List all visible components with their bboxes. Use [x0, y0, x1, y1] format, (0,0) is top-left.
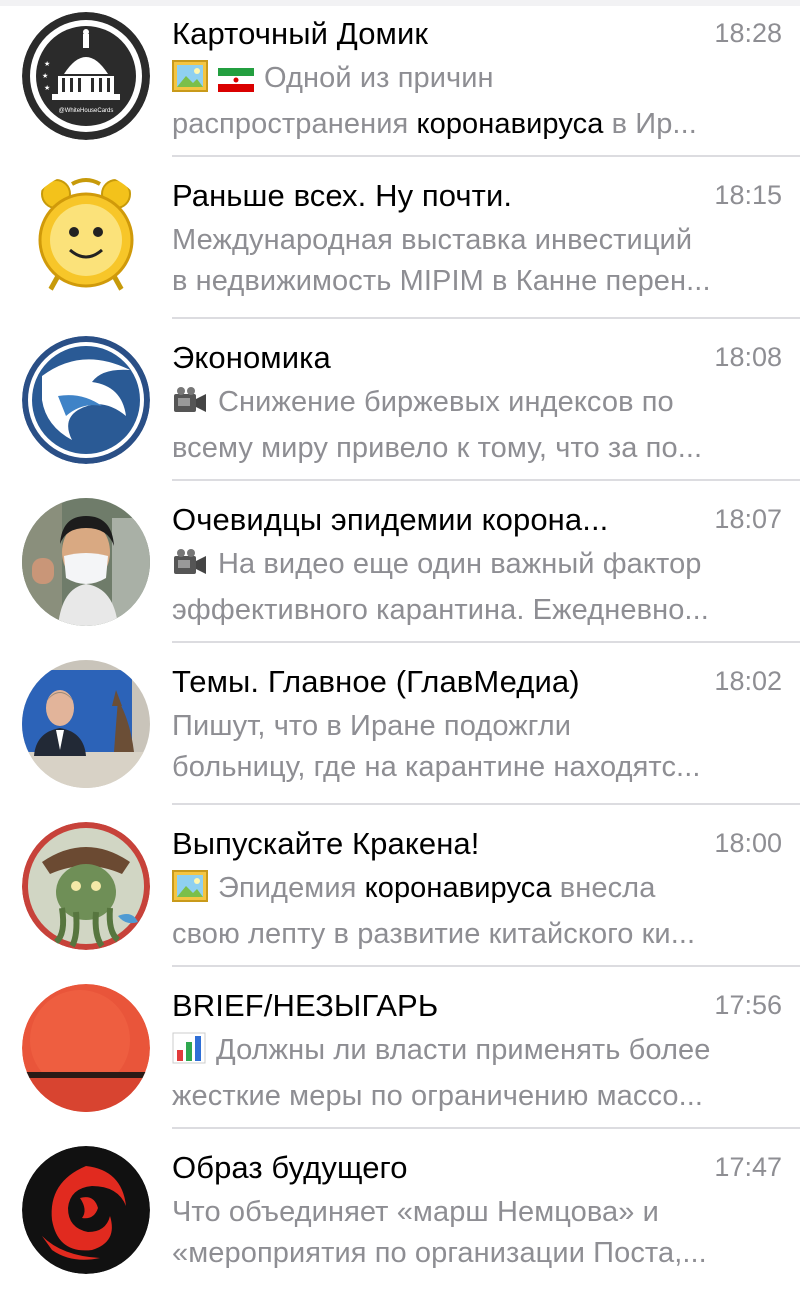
photo-icon	[172, 60, 208, 104]
video-camera-icon	[172, 548, 208, 590]
chat-row-ochevidtsy[interactable]: Очевидцы эпидемии корона... 18:07 На вид…	[0, 486, 800, 648]
eagle-logo-icon	[22, 336, 150, 464]
bar-chart-icon	[172, 1032, 206, 1076]
separator	[172, 803, 800, 805]
chat-preview: Снижение биржевых индексов по всему миру…	[172, 386, 703, 464]
chat-row-vypuskayte-krakena[interactable]: Выпускайте Кракена! 18:00 Эпидемия корон…	[0, 810, 800, 972]
masked-person-photo-icon	[22, 498, 150, 626]
phoenix-swirl-icon	[22, 1146, 150, 1274]
chat-time: 18:28	[714, 18, 782, 48]
photo-icon	[172, 870, 208, 914]
chat-row-ekonomika[interactable]: Экономика 18:08 Снижение биржевых индекс…	[0, 324, 800, 486]
chat-title: Раньше всех. Ну почти.	[172, 178, 513, 213]
chat-time: 17:47	[714, 1152, 782, 1182]
chat-preview: Одной из причин распространения коронави…	[172, 60, 697, 140]
chat-row-brief-nezygar[interactable]: BRIEF/НЕЗЫГАРЬ 17:56 Должны ли власти пр…	[0, 972, 800, 1134]
red-circle-icon	[22, 984, 150, 1112]
chat-time: 18:08	[714, 342, 782, 372]
chat-title: Карточный Домик	[172, 16, 429, 51]
separator	[172, 1127, 800, 1129]
chat-preview: Эпидемия коронавируса внесла свою лепту …	[172, 870, 696, 950]
separator	[172, 965, 800, 967]
separator	[172, 155, 800, 157]
chat-time: 18:07	[714, 504, 782, 534]
chat-row-temy-glavnoe[interactable]: Темы. Главное (ГлавМедиа) 18:02 Пишут, ч…	[0, 648, 800, 810]
separator	[172, 317, 800, 319]
chat-title: Образ будущего	[172, 1150, 408, 1185]
video-camera-icon	[172, 386, 208, 428]
svg-text:★: ★	[42, 72, 48, 80]
chat-time: 18:02	[714, 666, 782, 696]
chat-title: Выпускайте Кракена!	[172, 826, 480, 861]
chat-preview: На видео еще один важный фактор эффектив…	[172, 548, 709, 626]
chat-row-kartochny-domik[interactable]: @WhiteHouseCards ★ ★ ★ Карточный Домик 1…	[0, 0, 800, 162]
svg-text:★: ★	[44, 60, 50, 68]
chat-title: Очевидцы эпидемии корона...	[172, 502, 609, 537]
svg-text:★: ★	[44, 84, 50, 92]
chat-time: 18:15	[714, 180, 782, 210]
chat-title: Темы. Главное (ГлавМедиа)	[172, 664, 580, 699]
svg-text:@WhiteHouseCards: @WhiteHouseCards	[59, 108, 114, 114]
capitol-dome-logo-icon: @WhiteHouseCards ★ ★ ★	[22, 12, 150, 140]
alarm-clock-icon	[22, 172, 150, 300]
chat-row-obraz-budushchego[interactable]: Образ будущего 17:47 Что объединяет «мар…	[0, 1134, 800, 1296]
chat-title: Экономика	[172, 340, 331, 375]
chat-preview: Пишут, что в Иране подожгли больницу, гд…	[172, 710, 701, 783]
chat-time: 18:00	[714, 828, 782, 858]
chat-row-ranshe-vseh[interactable]: Раньше всех. Ну почти. 18:15 Международн…	[0, 162, 800, 324]
kraken-pirate-icon	[22, 822, 150, 950]
chat-preview: Что объединяет «марш Немцова» и «меропри…	[172, 1196, 707, 1269]
chat-preview: Международная выставка инвестиций в недв…	[172, 224, 711, 297]
speaker-photo-icon	[22, 660, 150, 788]
chat-preview: Должны ли власти применять более жесткие…	[172, 1032, 711, 1112]
chat-title: BRIEF/НЕЗЫГАРЬ	[172, 988, 439, 1023]
iran-flag-icon	[218, 63, 254, 104]
chat-time: 17:56	[714, 990, 782, 1020]
separator	[172, 641, 800, 643]
separator	[172, 479, 800, 481]
